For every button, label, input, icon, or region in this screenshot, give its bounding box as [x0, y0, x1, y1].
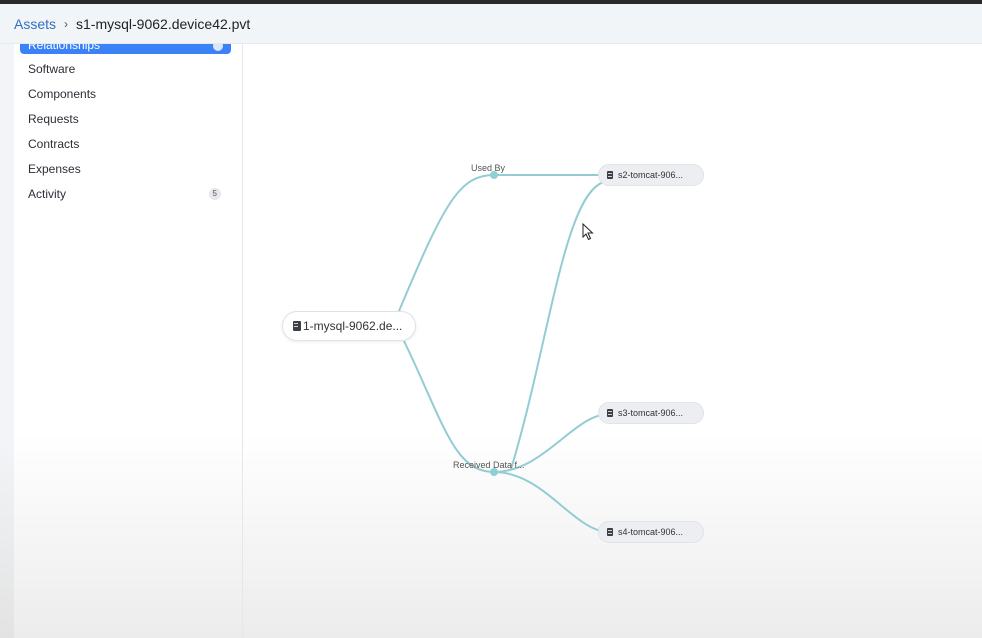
- sidebar-item-software[interactable]: Software: [14, 56, 243, 81]
- server-icon: [607, 409, 613, 417]
- edge-center-to-used-by: [398, 174, 495, 312]
- edge-received-data-to-s4: [493, 471, 610, 533]
- sidebar-item-relationships[interactable]: Relationships: [20, 44, 231, 54]
- sidebar-nav-list: Software Components Requests Contracts E…: [14, 56, 243, 206]
- sidebar-item-contracts[interactable]: Contracts: [14, 131, 243, 156]
- sidebar-item-label: Contracts: [28, 136, 80, 151]
- edge-center-to-received-data: [403, 340, 495, 473]
- server-icon: [293, 321, 301, 331]
- mouse-cursor-icon: [582, 223, 594, 241]
- server-icon: [607, 171, 613, 179]
- asset-detail-card: Relationships Software Components Reques…: [14, 44, 982, 638]
- server-icon: [607, 528, 613, 536]
- sidebar-item-label: Software: [28, 61, 76, 76]
- relationship-graph-edges: [398, 171, 610, 533]
- chevron-right-icon: ›: [64, 16, 69, 31]
- edge-label-used-by: Used By: [471, 163, 506, 173]
- node-label: s3-tomcat-906...: [618, 408, 684, 418]
- node-s2-tomcat[interactable]: s2-tomcat-906...: [598, 164, 704, 186]
- sidebar-item-requests[interactable]: Requests: [14, 106, 243, 131]
- node-label: s2-tomcat-906...: [618, 170, 684, 180]
- sidebar-count-badge: [213, 44, 223, 51]
- sidebar-item-label: Requests: [28, 111, 79, 126]
- node-label: 1-mysql-9062.de...: [303, 319, 403, 333]
- breadcrumb-assets-link[interactable]: Assets: [14, 16, 56, 32]
- asset-sidebar: Relationships Software Components Reques…: [14, 44, 243, 638]
- edge-label-received-data: Received Data f...: [453, 460, 525, 470]
- breadcrumb-current-page: s1-mysql-9062.device42.pvt: [76, 15, 251, 32]
- sidebar-item-label: Expenses: [28, 161, 81, 176]
- relationship-graph-canvas[interactable]: Used By Received Data f... 1-mysql-9062.…: [244, 44, 982, 638]
- node-s3-tomcat[interactable]: s3-tomcat-906...: [598, 402, 704, 424]
- sidebar-item-expenses[interactable]: Expenses: [14, 156, 243, 181]
- activity-count-badge: 5: [208, 187, 221, 200]
- breadcrumb: Assets › s1-mysql-9062.device42.pvt: [0, 4, 982, 44]
- sidebar-item-label: Components: [28, 86, 97, 101]
- node-label: s4-tomcat-906...: [618, 527, 684, 537]
- sidebar-item-components[interactable]: Components: [14, 81, 243, 106]
- sidebar-item-label: Activity: [28, 186, 67, 201]
- node-s4-tomcat[interactable]: s4-tomcat-906...: [598, 521, 704, 543]
- sidebar-item-activity[interactable]: Activity 5: [14, 181, 243, 206]
- sidebar-item-label: Relationships: [28, 44, 101, 52]
- node-center-asset[interactable]: 1-mysql-9062.de...: [282, 311, 416, 341]
